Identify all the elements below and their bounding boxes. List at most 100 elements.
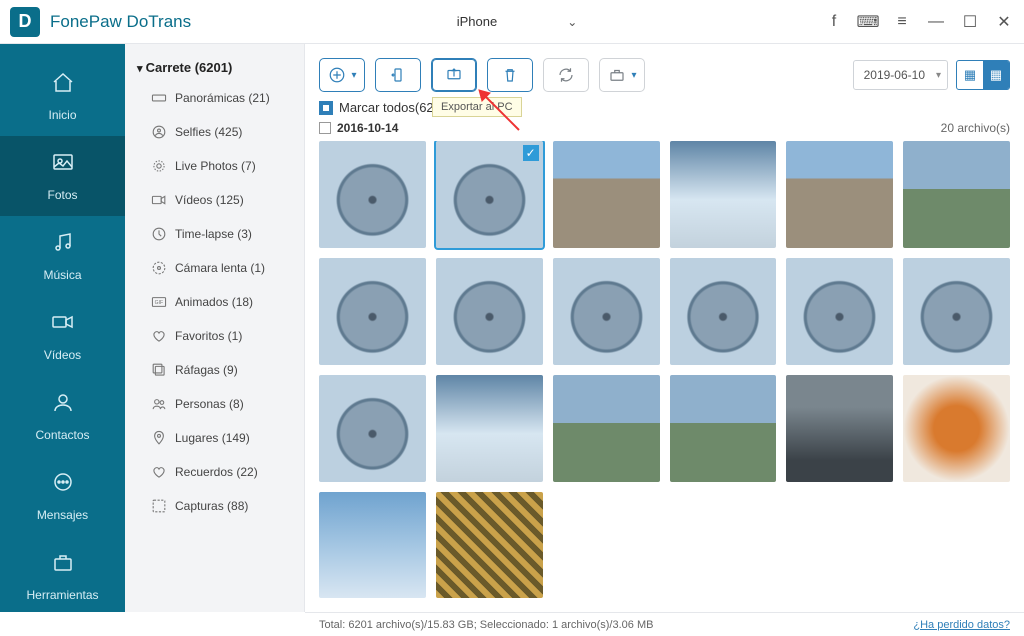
tree-item-memories[interactable]: Recuerdos (22) <box>125 455 304 489</box>
selected-check-icon: ✓ <box>523 145 539 161</box>
video-icon <box>151 192 167 208</box>
tree-item-people[interactable]: Personas (8) <box>125 387 304 421</box>
refresh-button[interactable] <box>543 58 589 92</box>
photo-thumbnail[interactable] <box>553 258 660 365</box>
sidebar-item-herramientas[interactable]: Herramientas <box>0 536 125 616</box>
live-icon <box>151 158 167 174</box>
slowmo-icon <box>151 260 167 276</box>
svg-text:GIF: GIF <box>155 300 163 306</box>
photo-thumbnail[interactable] <box>319 258 426 365</box>
tree-item-burst[interactable]: Ráfagas (9) <box>125 353 304 387</box>
minimize-icon[interactable]: — <box>926 13 946 31</box>
tree-item-label: Time-lapse (3) <box>175 227 252 241</box>
tree-item-label: Cámara lenta (1) <box>175 261 265 275</box>
sidebar-item-musica[interactable]: Música <box>0 216 125 296</box>
date-group-header: 2016-10-14 20 archivo(s) <box>305 117 1024 141</box>
photo-thumbnail[interactable] <box>903 375 1010 482</box>
sidebar: Inicio Fotos Música Vídeos ContactosMensajes… <box>0 44 125 612</box>
photo-thumbnail[interactable] <box>786 258 893 365</box>
maximize-icon[interactable]: ☐ <box>960 12 980 32</box>
to-device-button[interactable] <box>375 58 421 92</box>
delete-button[interactable] <box>487 58 533 92</box>
tree-item-label: Ráfagas (9) <box>175 363 238 377</box>
app-title: FonePaw DoTrans <box>50 12 191 32</box>
tree-item-label: Panorámicas (21) <box>175 91 270 105</box>
tree-header[interactable]: Carrete (6201) <box>125 54 304 81</box>
add-button[interactable]: ▾ <box>319 58 365 92</box>
photo-thumbnail[interactable] <box>786 141 893 248</box>
inicio-icon <box>50 70 76 102</box>
heart-icon <box>151 328 167 344</box>
photo-thumbnail[interactable] <box>553 375 660 482</box>
photo-thumbnail[interactable] <box>319 141 426 248</box>
view-grid-large[interactable]: ▦ <box>983 61 1009 89</box>
view-toggle: ▦ ▦ <box>956 60 1010 90</box>
gif-icon: GIF <box>151 294 167 310</box>
tree-item-live[interactable]: Live Photos (7) <box>125 149 304 183</box>
export-to-pc-button[interactable]: Exportar al PC <box>431 58 477 92</box>
sidebar-item-videos[interactable]: Vídeos <box>0 296 125 376</box>
date-checkbox[interactable] <box>319 122 331 134</box>
menu-icon[interactable]: ≡ <box>892 13 912 31</box>
photo-thumbnail[interactable] <box>319 492 426 599</box>
select-all-row[interactable]: Marcar todos(6201) <box>305 98 1024 117</box>
photo-thumbnail[interactable] <box>786 375 893 482</box>
tree-item-panorama[interactable]: Panorámicas (21) <box>125 81 304 115</box>
photo-thumbnail[interactable] <box>436 375 543 482</box>
photo-thumbnail[interactable] <box>903 258 1010 365</box>
sidebar-label: Vídeos <box>44 348 81 362</box>
photo-thumbnail[interactable] <box>553 141 660 248</box>
sidebar-item-inicio[interactable]: Inicio <box>0 56 125 136</box>
photo-thumbnail[interactable] <box>436 492 543 599</box>
photo-thumbnail[interactable] <box>670 375 777 482</box>
sidebar-item-contactos[interactable]: Contactos <box>0 376 125 456</box>
photo-thumbnail[interactable] <box>670 258 777 365</box>
photo-thumbnail[interactable] <box>903 141 1010 248</box>
device-selector[interactable]: iPhone ⌄ <box>427 14 598 29</box>
thumbnail-scroll[interactable]: ✓ <box>305 141 1024 612</box>
tree-item-label: Selfies (425) <box>175 125 242 139</box>
tree-item-selfie[interactable]: Selfies (425) <box>125 115 304 149</box>
tree-item-label: Animados (18) <box>175 295 253 309</box>
tree-item-slowmo[interactable]: Cámara lenta (1) <box>125 251 304 285</box>
toolbox-button[interactable]: ▾ <box>599 58 645 92</box>
tree-item-label: Vídeos (125) <box>175 193 244 207</box>
facebook-icon[interactable]: f <box>824 13 844 31</box>
people-icon <box>151 396 167 412</box>
sidebar-label: Inicio <box>48 108 76 122</box>
view-grid-small[interactable]: ▦ <box>957 61 983 89</box>
tree-item-video[interactable]: Vídeos (125) <box>125 183 304 217</box>
sidebar-label: Música <box>43 268 81 282</box>
photo-thumbnail[interactable]: ✓ <box>436 141 543 248</box>
export-tooltip: Exportar al PC <box>432 97 522 117</box>
window-controls: f ⌨ ≡ — ☐ ✕ <box>824 12 1014 32</box>
file-count: 20 archivo(s) <box>941 121 1010 135</box>
photo-thumbnail[interactable] <box>436 258 543 365</box>
tree-item-label: Capturas (88) <box>175 499 248 513</box>
select-all-checkbox[interactable] <box>319 101 333 115</box>
date-picker[interactable]: 2019-06-10 <box>853 60 948 90</box>
tree-item-label: Lugares (149) <box>175 431 250 445</box>
places-icon <box>151 430 167 446</box>
sidebar-item-fotos[interactable]: Fotos <box>0 136 125 216</box>
panorama-icon <box>151 90 167 106</box>
tree-item-timelapse[interactable]: Time-lapse (3) <box>125 217 304 251</box>
tree-item-capture[interactable]: Capturas (88) <box>125 489 304 523</box>
photo-thumbnail[interactable] <box>319 375 426 482</box>
tree-item-label: Live Photos (7) <box>175 159 256 173</box>
close-icon[interactable]: ✕ <box>994 12 1014 32</box>
device-name: iPhone <box>457 14 497 29</box>
sidebar-item-mensajes[interactable]: Mensajes <box>0 456 125 536</box>
feedback-icon[interactable]: ⌨ <box>858 12 878 32</box>
tree-item-gif[interactable]: GIF Animados (18) <box>125 285 304 319</box>
selfie-icon <box>151 124 167 140</box>
date-label: 2016-10-14 <box>337 121 398 135</box>
photo-thumbnail[interactable] <box>670 141 777 248</box>
tree-item-heart[interactable]: Favoritos (1) <box>125 319 304 353</box>
contactos-icon <box>50 390 76 422</box>
lost-data-link[interactable]: ¿Ha perdido datos? <box>913 619 1010 631</box>
main-area: ▾ Exportar al PC ▾ 2019-06-10 ▦ ▦ Marcar… <box>305 44 1024 612</box>
tree-item-places[interactable]: Lugares (149) <box>125 421 304 455</box>
chevron-down-icon: ⌄ <box>567 15 577 29</box>
tree-item-label: Recuerdos (22) <box>175 465 258 479</box>
